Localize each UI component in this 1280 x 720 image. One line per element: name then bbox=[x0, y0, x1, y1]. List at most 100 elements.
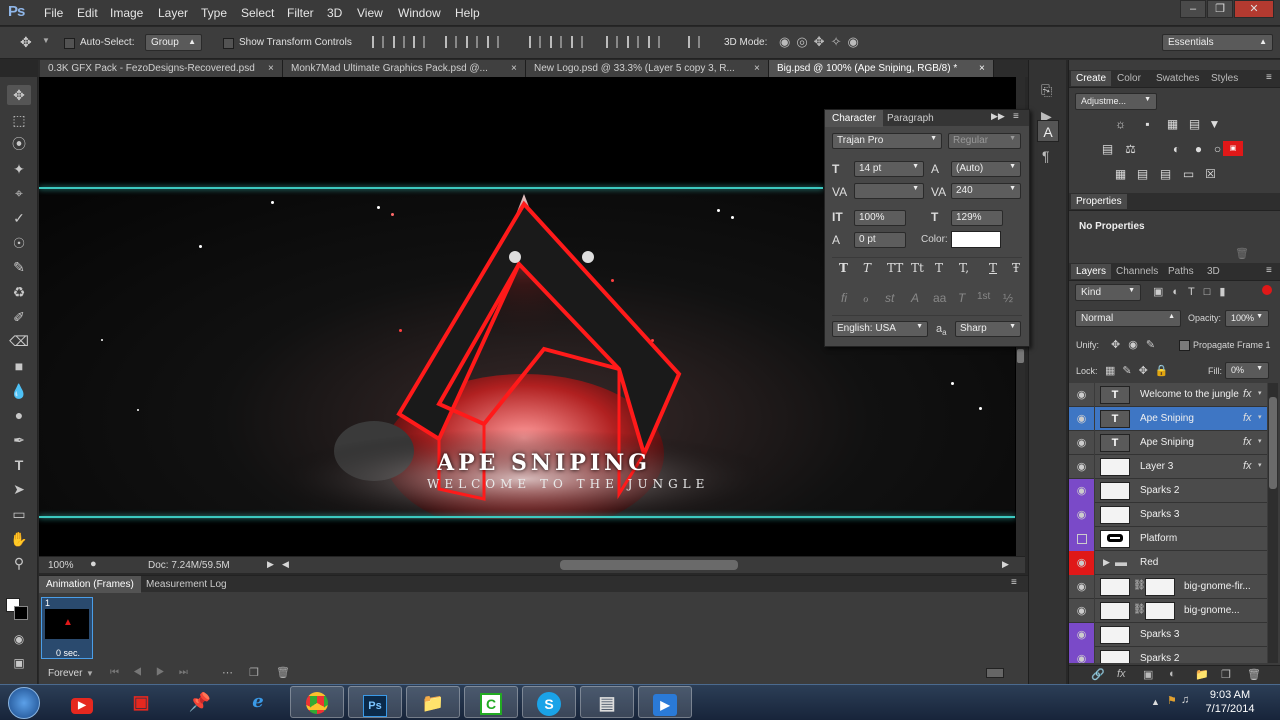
layer-visibility-eye-icon[interactable]: ◉ bbox=[1069, 407, 1095, 431]
quick-mask-icon[interactable]: ◉ bbox=[7, 629, 31, 649]
layer-thumbnail[interactable] bbox=[1100, 626, 1130, 644]
layer-visibility-eye-icon[interactable]: ◉ bbox=[1069, 503, 1095, 527]
levels-icon[interactable]: ▪ bbox=[1140, 117, 1155, 132]
hand-tool-icon[interactable]: ✋ bbox=[7, 529, 31, 549]
ligatures-button[interactable]: fi bbox=[841, 291, 847, 305]
align-hcenter-icon[interactable] bbox=[466, 36, 478, 48]
tab-measurement-log[interactable]: Measurement Log bbox=[139, 576, 234, 593]
delete-frame-icon[interactable]: 🗑 bbox=[276, 666, 290, 679]
paragraph-panel-icon[interactable]: ¶ bbox=[1042, 148, 1050, 164]
layer-visibility-eye-icon[interactable]: ◉ bbox=[1069, 479, 1095, 503]
tab-color[interactable]: Color bbox=[1112, 71, 1146, 86]
unify-icons[interactable]: ✥◉✎ bbox=[1111, 338, 1163, 351]
chrome-taskbar-icon[interactable] bbox=[290, 686, 344, 718]
layer-effects-icon[interactable]: fx bbox=[1243, 460, 1252, 472]
color-lookup-icon[interactable]: ▣ bbox=[1223, 141, 1243, 156]
distribute-right-icon[interactable] bbox=[648, 36, 660, 48]
opacity-field[interactable]: 100% ▼ bbox=[1225, 310, 1269, 327]
tool-preset-chevron-icon[interactable]: ▼ bbox=[42, 36, 50, 45]
marquee-tool-icon[interactable]: ⬚ bbox=[7, 110, 31, 130]
add-mask-icon[interactable]: ▣ bbox=[1143, 668, 1153, 681]
layer-row[interactable]: ◉ T Ape Sniping fx ▾ bbox=[1069, 407, 1267, 431]
exposure-icon[interactable]: ▤ bbox=[1187, 117, 1202, 132]
old-style-button[interactable]: ℴ bbox=[863, 291, 869, 305]
move-tool-icon[interactable]: ✥ bbox=[20, 34, 32, 51]
tracking-field[interactable]: 240 ▼ bbox=[951, 183, 1021, 199]
close-tab-icon[interactable]: × bbox=[268, 63, 274, 74]
collapse-panel-icon[interactable]: ▶▶ bbox=[991, 111, 1005, 122]
pen-tool-icon[interactable]: ✒ bbox=[7, 430, 31, 450]
tab-properties[interactable]: Properties bbox=[1071, 194, 1127, 209]
posterize-icon[interactable]: ▤ bbox=[1135, 167, 1150, 182]
vertical-scale-field[interactable]: 100% bbox=[854, 210, 906, 226]
doc-tab-1[interactable]: 0.3K GFX Pack - FezoDesigns-Recovered.ps… bbox=[40, 60, 283, 77]
filter-toggle-icon[interactable] bbox=[1262, 285, 1272, 295]
layer-thumbnail[interactable] bbox=[1100, 530, 1130, 548]
titling-alternates-button[interactable]: T bbox=[958, 291, 965, 305]
close-tab-icon[interactable]: × bbox=[754, 63, 760, 74]
font-style-select[interactable]: Regular ▼ bbox=[948, 133, 1021, 149]
panel-menu-icon[interactable]: ≡ bbox=[1266, 265, 1272, 276]
tray-arrow-icon[interactable]: ▲ bbox=[1151, 697, 1160, 707]
black-white-icon[interactable]: ◐ bbox=[1169, 142, 1184, 157]
new-adjustment-icon[interactable]: ◐ bbox=[1169, 668, 1176, 680]
layer-name[interactable]: big-gnome... bbox=[1184, 605, 1260, 616]
blur-tool-icon[interactable]: 💧 bbox=[7, 381, 31, 401]
toolbox-taskbar-icon[interactable]: ▣ bbox=[114, 686, 168, 718]
align-left-icon[interactable] bbox=[445, 36, 457, 48]
workspace-dropdown[interactable]: Essentials ▲ bbox=[1162, 34, 1273, 51]
close-button[interactable]: ✕ bbox=[1234, 0, 1274, 18]
calendar-taskbar-icon[interactable]: ▤ bbox=[580, 686, 634, 718]
font-family-select[interactable]: Trajan Pro ▼ bbox=[832, 133, 942, 149]
mask-link-icon[interactable]: ⛓ bbox=[1133, 604, 1146, 615]
close-tab-icon[interactable]: × bbox=[511, 63, 517, 74]
layer-row[interactable]: ◉ Sparks 3 bbox=[1069, 503, 1267, 527]
scroll-right-icon[interactable]: ▶ bbox=[1002, 559, 1009, 570]
photo-filter-icon[interactable]: ● bbox=[1191, 142, 1206, 157]
layer-thumbnail[interactable] bbox=[1100, 602, 1130, 620]
selective-color-icon[interactable]: ☒ bbox=[1203, 167, 1218, 182]
expand-effects-chevron-icon[interactable]: ▾ bbox=[1258, 461, 1262, 469]
show-transform-checkbox[interactable] bbox=[223, 38, 234, 49]
text-color-swatch[interactable] bbox=[951, 231, 1001, 248]
3d-mode-icons[interactable]: ◉◎✥✧◉ bbox=[779, 34, 865, 50]
trash-icon[interactable]: 🗑 bbox=[1235, 247, 1249, 260]
photoshop-taskbar-icon[interactable]: Ps bbox=[348, 686, 402, 718]
layer-name[interactable]: Sparks 2 bbox=[1140, 485, 1260, 496]
gradient-map-icon[interactable]: ▭ bbox=[1181, 167, 1196, 182]
layer-name[interactable]: Ape Sniping bbox=[1140, 413, 1252, 424]
playback-controls[interactable]: ⏮◀▶⏭ bbox=[110, 667, 202, 678]
hue-saturation-icon[interactable]: ▤ bbox=[1100, 142, 1115, 157]
loop-option[interactable]: Forever bbox=[48, 668, 82, 679]
loop-chevron-icon[interactable]: ▼ bbox=[86, 669, 94, 678]
layer-thumbnail[interactable] bbox=[1100, 578, 1130, 596]
tab-layers[interactable]: Layers bbox=[1071, 264, 1112, 279]
new-layer-icon[interactable]: ❐ bbox=[1221, 668, 1231, 681]
doc-tab-3[interactable]: New Logo.psd @ 33.3% (Layer 5 copy 3, R.… bbox=[526, 60, 769, 77]
character-panel-icon[interactable]: A bbox=[1037, 120, 1059, 142]
expand-effects-chevron-icon[interactable]: ▾ bbox=[1258, 413, 1262, 421]
layer-row[interactable]: ◉ Sparks 2 bbox=[1069, 479, 1267, 503]
minimize-button[interactable]: – bbox=[1180, 0, 1206, 18]
distribute-top-icon[interactable] bbox=[529, 36, 541, 48]
dodge-tool-icon[interactable]: ● bbox=[7, 405, 31, 425]
menu-select[interactable]: Select bbox=[241, 6, 274, 20]
layer-name[interactable]: Red bbox=[1140, 557, 1260, 568]
underline-button[interactable]: T bbox=[989, 261, 997, 275]
lasso-tool-icon[interactable]: ⦿ bbox=[7, 134, 31, 154]
path-select-tool-icon[interactable]: ➤ bbox=[7, 479, 31, 499]
link-layers-icon[interactable]: 🔗 bbox=[1091, 668, 1105, 681]
distribute-bottom-icon[interactable] bbox=[571, 36, 583, 48]
tab-paragraph[interactable]: Paragraph bbox=[880, 110, 941, 127]
internet-explorer-taskbar-icon[interactable]: e bbox=[231, 686, 285, 718]
scroll-left-icon[interactable]: ◀ bbox=[282, 559, 289, 570]
vibrance-icon[interactable]: ▼ bbox=[1207, 117, 1222, 132]
stylistic-alternates-button[interactable]: aa bbox=[933, 291, 946, 305]
lock-icons[interactable]: ▦✎✥🔒 bbox=[1105, 364, 1176, 377]
tab-paths[interactable]: Paths bbox=[1163, 264, 1199, 279]
faux-italic-button[interactable]: T bbox=[863, 261, 871, 275]
layer-effects-icon[interactable]: fx bbox=[1243, 436, 1252, 448]
move-tool-icon[interactable]: ✥ bbox=[7, 85, 31, 105]
gradient-tool-icon[interactable]: ■ bbox=[7, 356, 31, 376]
swash-button[interactable]: A bbox=[911, 291, 919, 305]
